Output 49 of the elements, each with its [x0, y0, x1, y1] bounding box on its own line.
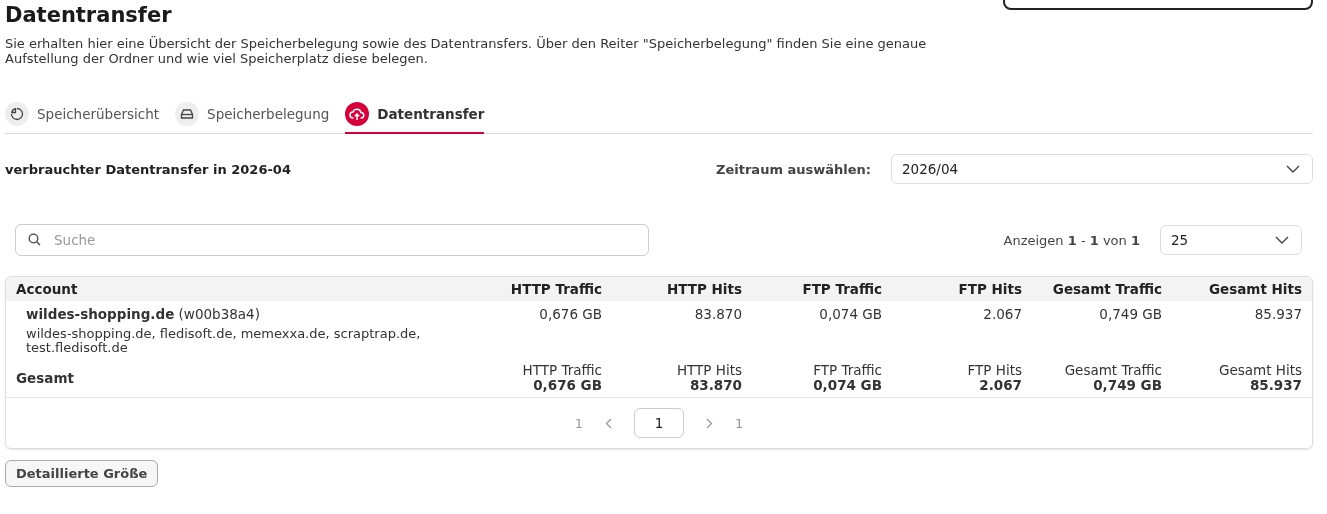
table-cell-text: 0,676 GB [538, 306, 602, 324]
chevron-right-icon[interactable] [706, 417, 713, 429]
tab[interactable]: Speicherbelegung [175, 102, 330, 134]
tab[interactable]: Datentransfer [345, 102, 485, 134]
chevron-left-icon[interactable] [605, 417, 612, 429]
chevron-down-icon [1275, 236, 1289, 244]
total-column-label: FTP Traffic [813, 363, 882, 378]
total-column-label: Gesamt Traffic [1064, 363, 1162, 378]
table-cell-text: 2.067 [982, 306, 1022, 324]
drive-icon [180, 108, 195, 120]
table-cell-text: 85.937 [1253, 306, 1302, 324]
column-header: HTTP Hits [665, 281, 742, 297]
account-name: wildes-shopping.de (w00b38a4) [26, 306, 261, 322]
paging-info: Anzeigen 1 - 1 von 1 [1003, 232, 1140, 248]
cloud-upload-icon [349, 107, 366, 121]
period-label: Zeitraum auswählen: [716, 161, 871, 177]
column-header: FTP Traffic [801, 281, 882, 297]
total-column-label: HTTP Hits [676, 363, 742, 378]
total-column-label: HTTP Traffic [522, 363, 602, 378]
description: Sie erhalten hier eine Übersicht der Speicherbelegung sowie des Datentransfers. Über den Reiter "Speicherbelegung" finden Sie eine genaue Aufstellung der Ordner und wie viel Speicherplatz diese belegen. [5, 36, 928, 66]
total-value: 2.067 [979, 378, 1022, 393]
search-field[interactable]: Suche [15, 224, 649, 256]
total-value: 85.937 [1249, 378, 1302, 393]
column-header: FTP Hits [957, 281, 1022, 297]
total-column-label: Gesamt Hits [1218, 363, 1302, 378]
column-header: Account [15, 281, 79, 297]
page-title: Datentransfer [5, 2, 172, 28]
period-select[interactable]: 2026/04 [891, 154, 1313, 184]
table-cell-text: 0,074 GB [818, 306, 882, 324]
total-value: 0,749 GB [1093, 378, 1162, 393]
pie-chart-icon [10, 107, 24, 121]
column-header: Gesamt Hits [1207, 281, 1302, 297]
total-value: 0,676 GB [533, 378, 602, 393]
total-value: 0,074 GB [813, 378, 882, 393]
section-heading: verbrauchter Datentransfer in 2026-04 [5, 161, 292, 177]
total-value: 83.870 [689, 378, 742, 393]
domain-list: wildes-shopping.de, fledisoft.de, memexxa.de, scraptrap.de, test.fledisoft.de [26, 327, 446, 355]
table-cell-text: 83.870 [693, 306, 742, 324]
tab[interactable]: Speicherübersicht [5, 102, 160, 134]
column-header: HTTP Traffic [509, 281, 602, 297]
total-column-label: FTP Hits [967, 363, 1022, 378]
detail-size-button[interactable]: Detaillierte Größe [5, 460, 159, 487]
page-number-field[interactable]: 1 [634, 408, 684, 438]
total-label: Gesamt [15, 370, 75, 386]
page-size-select[interactable]: 25 [1160, 225, 1302, 255]
chevron-down-icon [1286, 165, 1300, 173]
column-header: Gesamt Traffic [1051, 281, 1162, 297]
search-icon [28, 233, 41, 246]
table-cell-text: 0,749 GB [1098, 306, 1162, 324]
